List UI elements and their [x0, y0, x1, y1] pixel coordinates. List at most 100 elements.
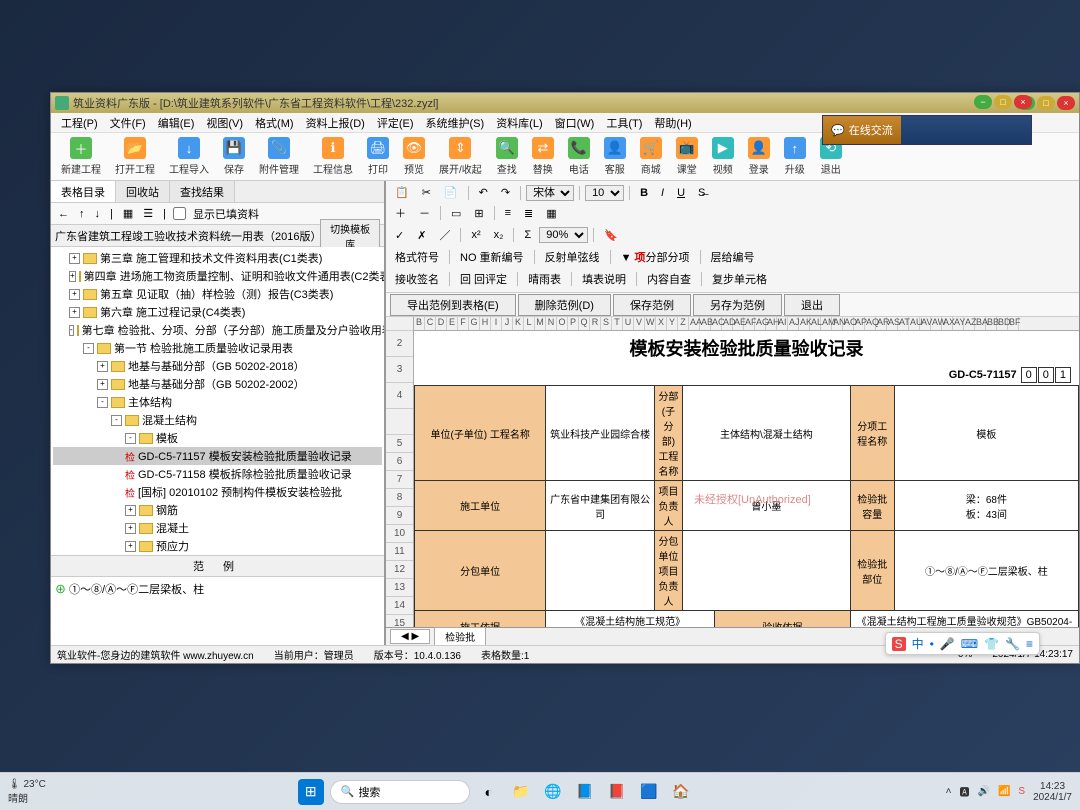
edit-action[interactable]: 层给编号: [706, 247, 760, 267]
tree-node[interactable]: 检[国标] 02010102 预制构件模板安装检验批: [53, 483, 382, 501]
expand-icon[interactable]: +: [69, 253, 80, 264]
tab-catalog[interactable]: 表格目录: [51, 181, 116, 202]
paste-icon[interactable]: 📄: [439, 184, 463, 201]
online-chat-panel[interactable]: 💬在线交流: [822, 115, 1032, 145]
sheet-action-button[interactable]: 删除范例(D): [518, 294, 611, 316]
check-icon[interactable]: ✓: [390, 227, 409, 244]
edit-action[interactable]: 晴雨表: [523, 269, 566, 289]
expand-icon[interactable]: -: [125, 433, 136, 444]
edit-action[interactable]: 格式符号: [390, 247, 444, 267]
slash-icon[interactable]: ／: [434, 225, 455, 245]
redo-icon[interactable]: ↷: [496, 184, 515, 201]
ime-mic-icon[interactable]: 🎤: [940, 637, 955, 651]
toolbar-展开/收起[interactable]: ⇕展开/收起: [435, 135, 486, 178]
expand-icon[interactable]: +: [97, 379, 108, 390]
menu-item[interactable]: 评定(E): [373, 115, 418, 131]
toolbar-预览[interactable]: 👁预览: [399, 135, 429, 178]
undo-icon[interactable]: ↶: [474, 184, 493, 201]
edit-action[interactable]: 接收签名: [390, 269, 444, 289]
ime-punct-icon[interactable]: •: [930, 637, 934, 651]
tree-node[interactable]: +第三章 施工管理和技术文件资料用表(C1类表): [53, 249, 382, 267]
edit-action[interactable]: 复步单元格: [707, 269, 772, 289]
plus-icon[interactable]: ＋: [390, 203, 411, 223]
align-left-icon[interactable]: ≡: [500, 205, 516, 221]
tree-node[interactable]: -第一节 检验批施工质量验收记录用表: [53, 339, 382, 357]
menu-item[interactable]: 工程(P): [57, 115, 102, 131]
task-app4-icon[interactable]: 🏠: [668, 779, 694, 805]
task-app3-icon[interactable]: 🟦: [636, 779, 662, 805]
menu-item[interactable]: 资料库(L): [492, 115, 546, 131]
menu-item[interactable]: 系统维护(S): [422, 115, 489, 131]
menu-item[interactable]: 帮助(H): [650, 115, 695, 131]
toolbar-附件管理[interactable]: 📎附件管理: [255, 135, 303, 178]
toolbar-打开工程[interactable]: 📂打开工程: [111, 135, 159, 178]
align-center-icon[interactable]: ≣: [519, 205, 538, 222]
italic-button[interactable]: I: [656, 185, 669, 201]
tab-search-results[interactable]: 查找结果: [170, 181, 235, 202]
sheet-action-button[interactable]: 保存范例: [613, 294, 691, 316]
list-icon[interactable]: ☰: [140, 207, 156, 220]
sheet-action-button[interactable]: 导出范例到表格(E): [390, 294, 516, 316]
ime-toolbar[interactable]: S 中 • 🎤 ⌨ 👕 🔧 ≡: [885, 632, 1040, 655]
expand-icon[interactable]: +: [125, 505, 136, 516]
toolbar-升级[interactable]: ↑升级: [780, 135, 810, 178]
tree-node[interactable]: +地基与基础分部（GB 50202-2018）: [53, 357, 382, 375]
expand-icon[interactable]: +: [125, 523, 136, 534]
sheet-tab[interactable]: 检验批: [434, 627, 486, 645]
seal-icon[interactable]: 🔖: [599, 227, 623, 244]
task-explorer-icon[interactable]: 📁: [508, 779, 534, 805]
tray-up-icon[interactable]: ˄: [946, 786, 952, 797]
tree-view[interactable]: +第三章 施工管理和技术文件资料用表(C1类表)+第四章 进场施工物资质量控制、…: [51, 247, 384, 555]
task-app1-icon[interactable]: 📘: [572, 779, 598, 805]
merge-icon[interactable]: ▭: [446, 205, 466, 222]
expand-icon[interactable]: -: [111, 415, 122, 426]
toolbar-商城[interactable]: 🛒商城: [636, 135, 666, 178]
underline-button[interactable]: U: [672, 185, 690, 201]
expand-icon[interactable]: -: [83, 343, 94, 354]
edit-action[interactable]: 填表说明: [577, 269, 631, 289]
sub-icon[interactable]: x₂: [489, 227, 509, 243]
strike-button[interactable]: S̶: [693, 185, 710, 201]
tree-node[interactable]: -混凝土结构: [53, 411, 382, 429]
edit-action[interactable]: ▼ 项分部分项: [616, 247, 695, 267]
menu-item[interactable]: 资料上报(D): [302, 115, 369, 131]
border-icon[interactable]: ▦: [541, 205, 561, 222]
expand-icon[interactable]: +: [125, 541, 136, 552]
tree-node[interactable]: -第七章 检验批、分项、分部（子分部）施工质量及分户验收用表: [53, 321, 382, 339]
toolbar-电话[interactable]: 📞电话: [564, 135, 594, 178]
toolbar-新建工程[interactable]: ＋新建工程: [57, 135, 105, 178]
tree-node[interactable]: +钢筋: [53, 501, 382, 519]
ime-menu-icon[interactable]: ≡: [1026, 637, 1033, 651]
start-button[interactable]: ⊞: [298, 779, 324, 805]
toolbar-保存[interactable]: 💾保存: [219, 135, 249, 178]
ime-tool-icon[interactable]: 🔧: [1005, 637, 1020, 651]
toolbar-打印[interactable]: 🖨打印: [363, 135, 393, 178]
tab-recycle[interactable]: 回收站: [116, 181, 170, 202]
tree-node[interactable]: +第五章 见证取（抽）样检验（测）报告(C3类表): [53, 285, 382, 303]
ime-lang-icon[interactable]: 中: [912, 635, 924, 652]
task-app2-icon[interactable]: 📕: [604, 779, 630, 805]
close-button[interactable]: ×: [1057, 96, 1075, 110]
tree-node[interactable]: -模板: [53, 429, 382, 447]
copy-icon[interactable]: 📋: [390, 184, 414, 201]
expand-icon[interactable]: +: [69, 289, 80, 300]
expand-icon[interactable]: +: [97, 361, 108, 372]
fp-maximize-button[interactable]: □: [994, 95, 1012, 109]
ime-skin-icon[interactable]: 👕: [984, 637, 999, 651]
fp-close-button[interactable]: ×: [1014, 95, 1032, 109]
tree-node[interactable]: 检GD-C5-71157 模板安装检验批质量验收记录: [53, 447, 382, 465]
toolbar-查找[interactable]: 🔍查找: [492, 135, 522, 178]
tree-node[interactable]: +地基与基础分部（GB 50202-2002）: [53, 375, 382, 393]
show-filled-checkbox[interactable]: [173, 207, 186, 220]
edit-action[interactable]: 回 回评定: [455, 269, 512, 289]
font-select[interactable]: 宋体: [526, 185, 574, 201]
system-tray[interactable]: ˄ 🅰 🔊 📶 S 14:23 2024/1/7: [946, 781, 1072, 803]
form-table[interactable]: 单位(子单位) 工程名称筑业科技产业园综合楼 分部(子分部) 工程名称主体结构\…: [414, 385, 1079, 627]
menu-item[interactable]: 视图(V): [202, 115, 247, 131]
toolbar-替换[interactable]: ⇄替换: [528, 135, 558, 178]
expand-icon[interactable]: -: [69, 325, 74, 336]
size-select[interactable]: 10: [585, 185, 624, 201]
arrow-down-icon[interactable]: ↓: [92, 208, 104, 220]
ime-keyboard-icon[interactable]: ⌨: [961, 637, 978, 651]
sup-icon[interactable]: x²: [466, 227, 485, 243]
